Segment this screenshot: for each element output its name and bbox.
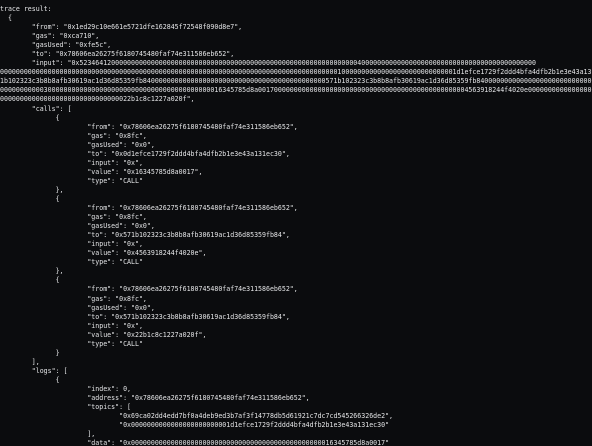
json-output-line: "gasUsed": "0x0", xyxy=(0,303,155,312)
json-output-line: "calls": [ xyxy=(0,104,72,113)
json-output-line: "input": "0x", xyxy=(0,240,143,249)
json-output-line: }, xyxy=(0,185,64,194)
json-output-line: 000000000000000000000000000000022b1c8c12… xyxy=(0,95,195,104)
json-output-line: "to": "0x0d1efce1729f2ddd4bfa4dfb2b1e3e4… xyxy=(0,149,290,158)
json-output-line: "from": "0x78606ea26275f6180745480faf74e… xyxy=(0,122,298,131)
json-output-line: "topics": [ xyxy=(0,403,132,412)
json-output-line: 1b102323c3b8b8afb30619ac1d36d85359fb8400… xyxy=(0,77,592,86)
json-output-line: "value": "0x16345785d8a0017", xyxy=(0,167,203,176)
json-output-line: "address": "0x78606ea26275f6180745480faf… xyxy=(0,394,310,403)
json-output-line: "input": "0x", xyxy=(0,321,143,330)
json-output-line: "to": "0x571b102323c3b8b8afb30619ac1d36d… xyxy=(0,312,290,321)
json-output-line: "from": "0x78606ea26275f6180745480faf74e… xyxy=(0,285,298,294)
json-output-line: { xyxy=(0,113,60,122)
json-output-line: "gas": "0x8fc", xyxy=(0,213,147,222)
json-output-line: "to": "0x571b102323c3b8b8afb30619ac1d36d… xyxy=(0,231,290,240)
json-output-line: { xyxy=(0,375,60,384)
json-output-line: "0x69ca02dd4edd7bf0a4deb9ed3b7af3f14778d… xyxy=(0,412,394,421)
json-output-line: "value": "0x4563918244f4020e", xyxy=(0,249,207,258)
json-output-line: ], xyxy=(0,430,96,439)
json-output-block: { "from": "0x1ed29c10e661e5721dfe162845f… xyxy=(0,14,592,446)
terminal-output: trace result: { "from": "0x1ed29c10e661e… xyxy=(0,0,592,446)
json-output-line: "from": "0x78606ea26275f6180745480faf74e… xyxy=(0,204,298,213)
json-output-line: }, xyxy=(0,267,64,276)
json-output-line: "logs": [ xyxy=(0,366,68,375)
json-output-line: ], xyxy=(0,357,40,366)
json-output-line: "input": "0x5234641200000000000000000000… xyxy=(0,59,536,68)
json-output-line: "index": 0, xyxy=(0,384,132,393)
json-output-line: { xyxy=(0,194,60,203)
json-output-line: "gasUsed": "0x0", xyxy=(0,222,155,231)
json-output-line: 0000000000000000000000000000000000000000… xyxy=(0,68,592,77)
json-output-line: "type": "CALL" xyxy=(0,176,143,185)
json-output-line: } xyxy=(0,348,60,357)
json-output-line: "to": "0x78606ea26275f6180745480faf74e31… xyxy=(0,50,235,59)
json-output-line: { xyxy=(0,276,60,285)
json-output-line: "input": "0x", xyxy=(0,158,143,167)
json-output-line: "type": "CALL" xyxy=(0,258,143,267)
json-output-line: { xyxy=(0,14,12,23)
json-output-line: "gas": "0x8fc", xyxy=(0,131,147,140)
json-output-line: "gas": "0xca710", xyxy=(0,32,100,41)
json-output-line: "0x0000000000000000000000001d1efce1729f2… xyxy=(0,421,390,430)
json-output-line: "gas": "0x8fc", xyxy=(0,294,147,303)
json-output-line: "type": "CALL" xyxy=(0,339,143,348)
json-output-line: "value": "0x22b1c8c1227a020f", xyxy=(0,330,207,339)
json-output-line: "from": "0x1ed29c10e661e5721dfe162845f72… xyxy=(0,23,243,32)
json-output-line: "gasUsed": "0x0", xyxy=(0,140,155,149)
trace-result-heading: trace result: xyxy=(0,5,52,13)
json-output-line: "data": "0x00000000000000000000000000000… xyxy=(0,439,390,446)
json-output-line: 0000000000030000000000000000000000000000… xyxy=(0,86,592,95)
json-output-line: "gasUsed": "0xfe5c", xyxy=(0,41,112,50)
